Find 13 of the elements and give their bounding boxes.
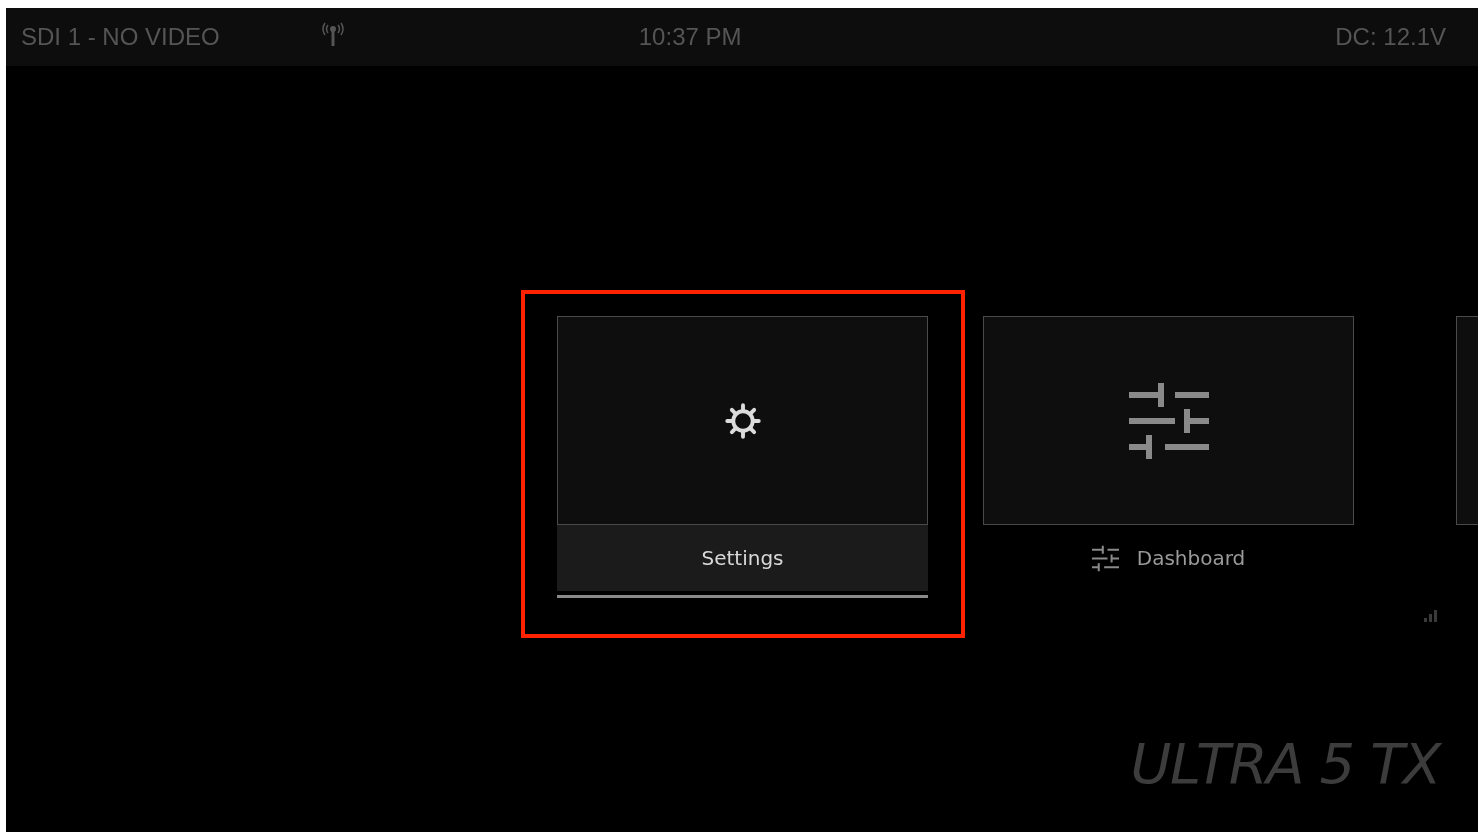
sliders-icon: [1128, 380, 1209, 461]
source-status: SDI 1 - NO VIDEO: [21, 22, 221, 52]
clock: 10:37 PM: [638, 22, 742, 52]
tile-label[interactable]: Dashboard: [1136, 543, 1246, 573]
product-logo: ULTRA 5 TX: [1130, 736, 1440, 792]
signal-bars-icon: [1424, 608, 1438, 622]
settings-icon: [724, 402, 761, 439]
power-status: DC: 12.1V: [1335, 22, 1447, 52]
tile-preview[interactable]: [557, 316, 928, 525]
sliders-icon: [1091, 544, 1119, 572]
antenna-icon: [321, 22, 345, 46]
tile-preview[interactable]: [983, 316, 1354, 525]
tile-label[interactable]: Settings: [557, 525, 928, 591]
